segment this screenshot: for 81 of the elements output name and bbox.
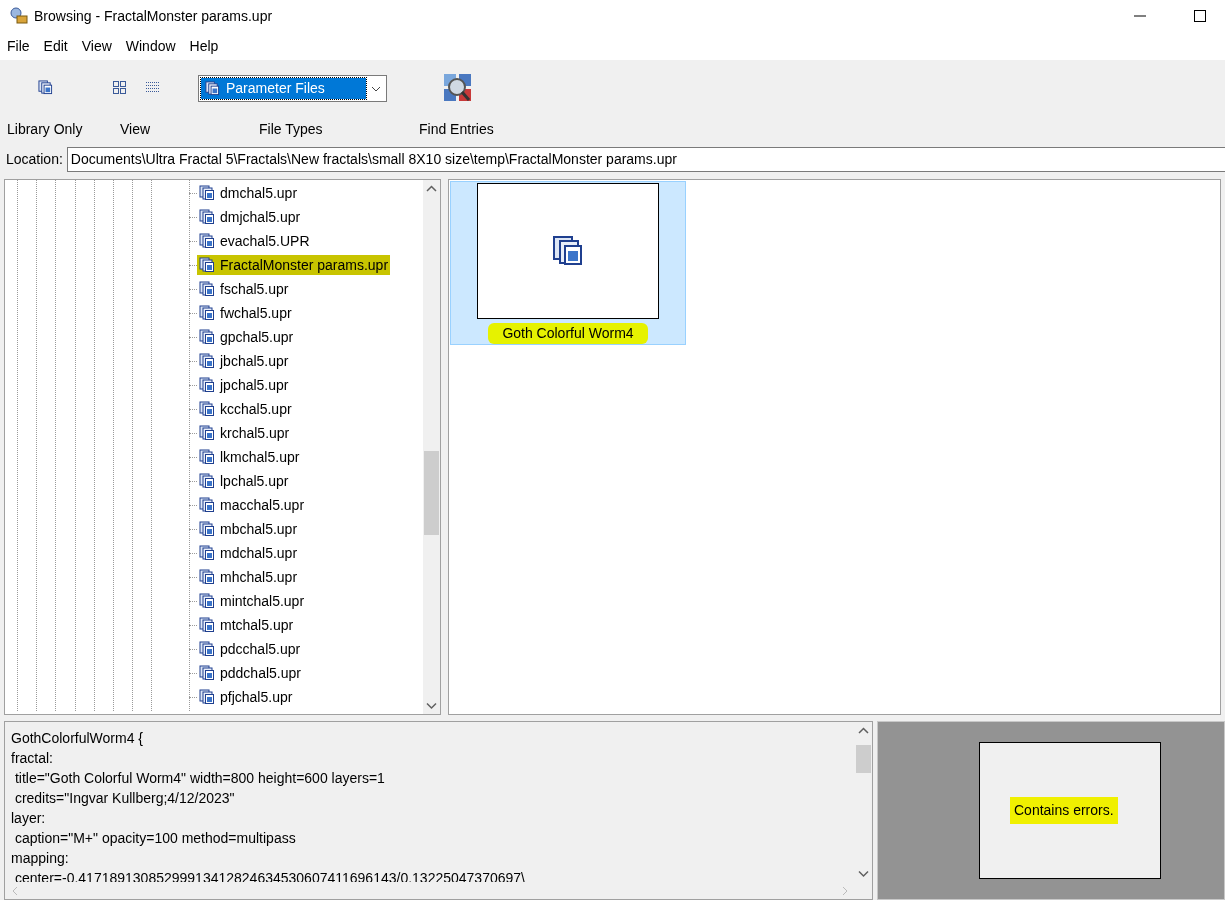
tree-item[interactable]: gpchal5.upr [197, 327, 294, 347]
window-title: Browsing - FractalMonster params.upr [34, 6, 273, 26]
list-view-icon[interactable] [146, 81, 159, 94]
documents-icon [199, 521, 215, 537]
source-line: title="Goth Colorful Worm4" width=800 height=600 layers=1 [13, 769, 386, 788]
documents-icon [199, 593, 215, 609]
tree-item[interactable]: pdcchal5.upr [197, 639, 301, 659]
tree-item[interactable]: macchal5.upr [197, 495, 305, 515]
preview-message: Contains errors. [1010, 797, 1118, 824]
tree-item[interactable]: FractalMonster params.upr [197, 255, 391, 275]
tree-item[interactable]: kcchal5.upr [197, 399, 292, 419]
tree-item[interactable]: dmjchal5.upr [197, 207, 301, 227]
tree-item[interactable]: fschal5.upr [197, 279, 289, 299]
documents-icon [199, 665, 215, 681]
toolbar-label: File Types [259, 120, 323, 139]
documents-icon [552, 235, 584, 267]
documents-icon [199, 425, 215, 441]
app-icon [9, 7, 29, 25]
tree-item[interactable]: jpchal5.upr [197, 375, 289, 395]
documents-icon [199, 689, 215, 705]
scrollbar-thumb[interactable] [856, 745, 871, 773]
tree-item[interactable]: dmchal5.upr [197, 183, 298, 203]
documents-icon [199, 641, 215, 657]
documents-icon [199, 185, 215, 201]
documents-icon [199, 617, 215, 633]
entry-tile[interactable]: Goth Colorful Worm4 [450, 181, 686, 345]
source-line: caption="M+" opacity=100 method=multipass [13, 829, 297, 848]
file-types-dropdown[interactable]: Parameter Files [198, 75, 387, 102]
source-line: credits="Ingvar Kullberg;4/12/2023" [13, 789, 236, 808]
source-line: GothColorfulWorm4 { [11, 729, 144, 748]
documents-icon [205, 81, 220, 96]
tree-item[interactable]: krchal5.upr [197, 423, 290, 443]
entry-label: Goth Colorful Worm4 [488, 323, 648, 344]
documents-icon [199, 401, 215, 417]
documents-icon [199, 281, 215, 297]
documents-icon [199, 497, 215, 513]
tree-item[interactable]: mhchal5.upr [197, 567, 298, 587]
tree-item[interactable]: pfjchal5.upr [197, 687, 293, 707]
tree-item[interactable]: mtchal5.upr [197, 615, 294, 635]
documents-icon [199, 233, 215, 249]
documents-icon [199, 329, 215, 345]
toolbar-label: Library Only [7, 120, 83, 139]
location-label: Location: [6, 150, 63, 169]
toolbar-label: Find Entries [419, 120, 494, 139]
tree-item[interactable]: lkmchal5.upr [197, 447, 300, 467]
menu-item[interactable]: Edit [43, 35, 68, 57]
source-line: layer: [11, 809, 47, 828]
documents-icon [199, 449, 215, 465]
chevron-down-icon[interactable] [370, 84, 382, 93]
documents-icon [199, 569, 215, 585]
grid-view-icon[interactable] [113, 81, 126, 94]
tree-item[interactable]: lpchal5.upr [197, 471, 289, 491]
tree-scrollbar[interactable] [423, 180, 440, 714]
tree-item[interactable]: mdchal5.upr [197, 543, 298, 563]
documents-icon [199, 377, 215, 393]
tree-item[interactable]: mbchal5.upr [197, 519, 298, 539]
dropdown-value: Parameter Files [226, 79, 325, 98]
scrollbar-thumb[interactable] [424, 451, 439, 535]
tree-item[interactable]: pddchal5.upr [197, 663, 301, 683]
documents-icon [199, 257, 215, 273]
documents-icon [199, 545, 215, 561]
documents-icon [199, 473, 215, 489]
library-only-button[interactable] [38, 80, 53, 95]
tree-item[interactable]: mintchal5.upr [197, 591, 305, 611]
documents-icon [199, 209, 215, 225]
tree-item[interactable]: jbchal5.upr [197, 351, 289, 371]
documents-icon [199, 353, 215, 369]
menu-item[interactable]: Window [125, 35, 176, 57]
tree-item[interactable]: evachal5.UPR [197, 231, 310, 251]
magnifier-icon[interactable] [443, 73, 473, 103]
menu-item[interactable]: View [81, 35, 112, 57]
toolbar-label: View [120, 120, 151, 139]
source-line: fractal: [11, 749, 54, 768]
source-line: mapping: [11, 849, 70, 868]
menu-item[interactable]: File [7, 35, 30, 57]
menu-item[interactable]: Help [189, 35, 219, 57]
location-field[interactable]: Documents\Ultra Fractal 5\Fractals\New fractals\small 8X10 size\temp\FractalMonster params.upr [66, 147, 1225, 172]
tree-item[interactable]: fwchal5.upr [197, 303, 292, 323]
documents-icon [38, 80, 53, 95]
maximize-icon[interactable] [1194, 10, 1206, 22]
documents-icon [199, 305, 215, 321]
